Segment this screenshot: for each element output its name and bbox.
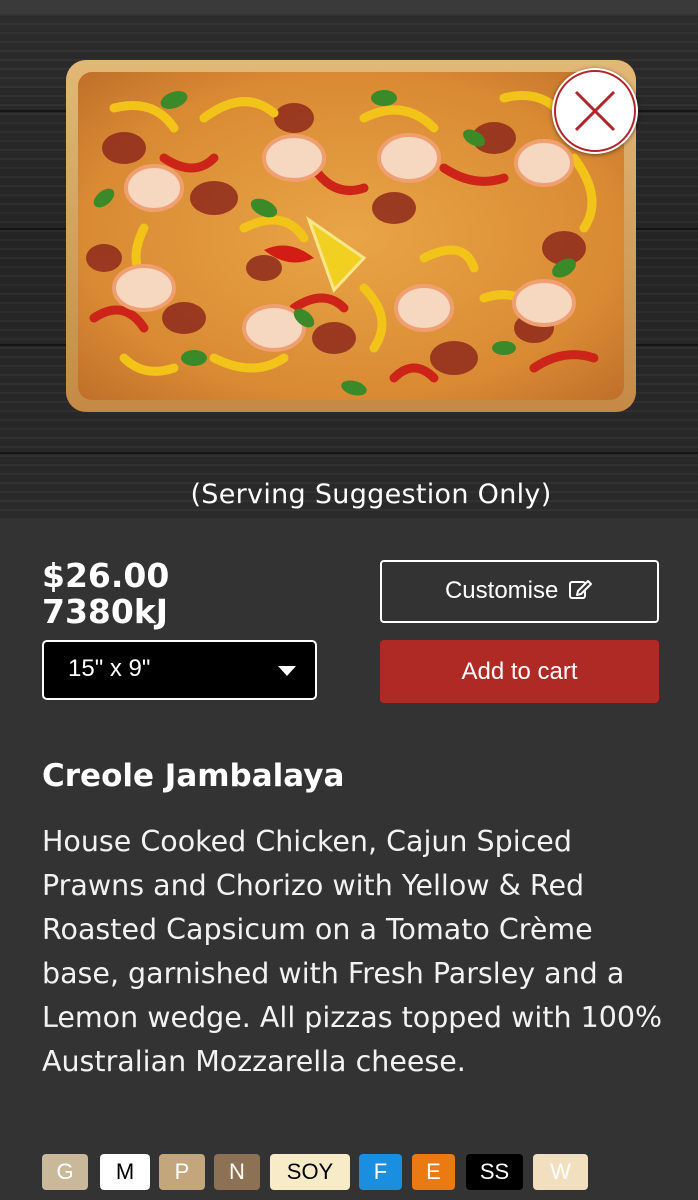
- product-energy: 7380kJ: [42, 592, 169, 631]
- allergen-badge-soy: SOY: [270, 1154, 350, 1190]
- size-select-value: 15" x 9": [68, 655, 151, 682]
- allergen-badge-e: E: [412, 1154, 455, 1190]
- allergen-badge-ss: SS: [466, 1154, 523, 1190]
- price-block: $26.00 7380kJ: [42, 558, 169, 630]
- serving-suggestion-note: (Serving Suggestion Only): [190, 479, 552, 510]
- customise-button-label: Customise: [444, 577, 559, 604]
- allergen-badge-p: P: [159, 1154, 205, 1190]
- top-strip: [0, 0, 698, 14]
- allergen-badge-g: G: [42, 1154, 88, 1190]
- product-title: Creole Jambalaya: [42, 758, 345, 794]
- add-to-cart-button[interactable]: Add to cart: [380, 640, 659, 703]
- allergen-badges: G M P N SOY F E SS W: [42, 1154, 602, 1190]
- customise-button[interactable]: Customise: [380, 560, 659, 623]
- allergen-badge-n: N: [214, 1154, 260, 1190]
- product-image-area: (Serving Suggestion Only): [0, 14, 698, 519]
- allergen-badge-m: M: [100, 1154, 150, 1190]
- allergen-badge-f: F: [359, 1154, 402, 1190]
- product-description: House Cooked Chicken, Cajun Spiced Prawn…: [42, 825, 663, 1078]
- close-button[interactable]: [552, 68, 638, 154]
- chevron-down-icon: [278, 666, 296, 676]
- product-price: $26.00: [42, 556, 170, 595]
- size-select[interactable]: 15" x 9": [42, 640, 317, 700]
- close-icon: [554, 70, 636, 152]
- edit-icon: [569, 580, 593, 599]
- wood-plank-line: [0, 452, 698, 454]
- allergen-badge-w: W: [533, 1154, 588, 1190]
